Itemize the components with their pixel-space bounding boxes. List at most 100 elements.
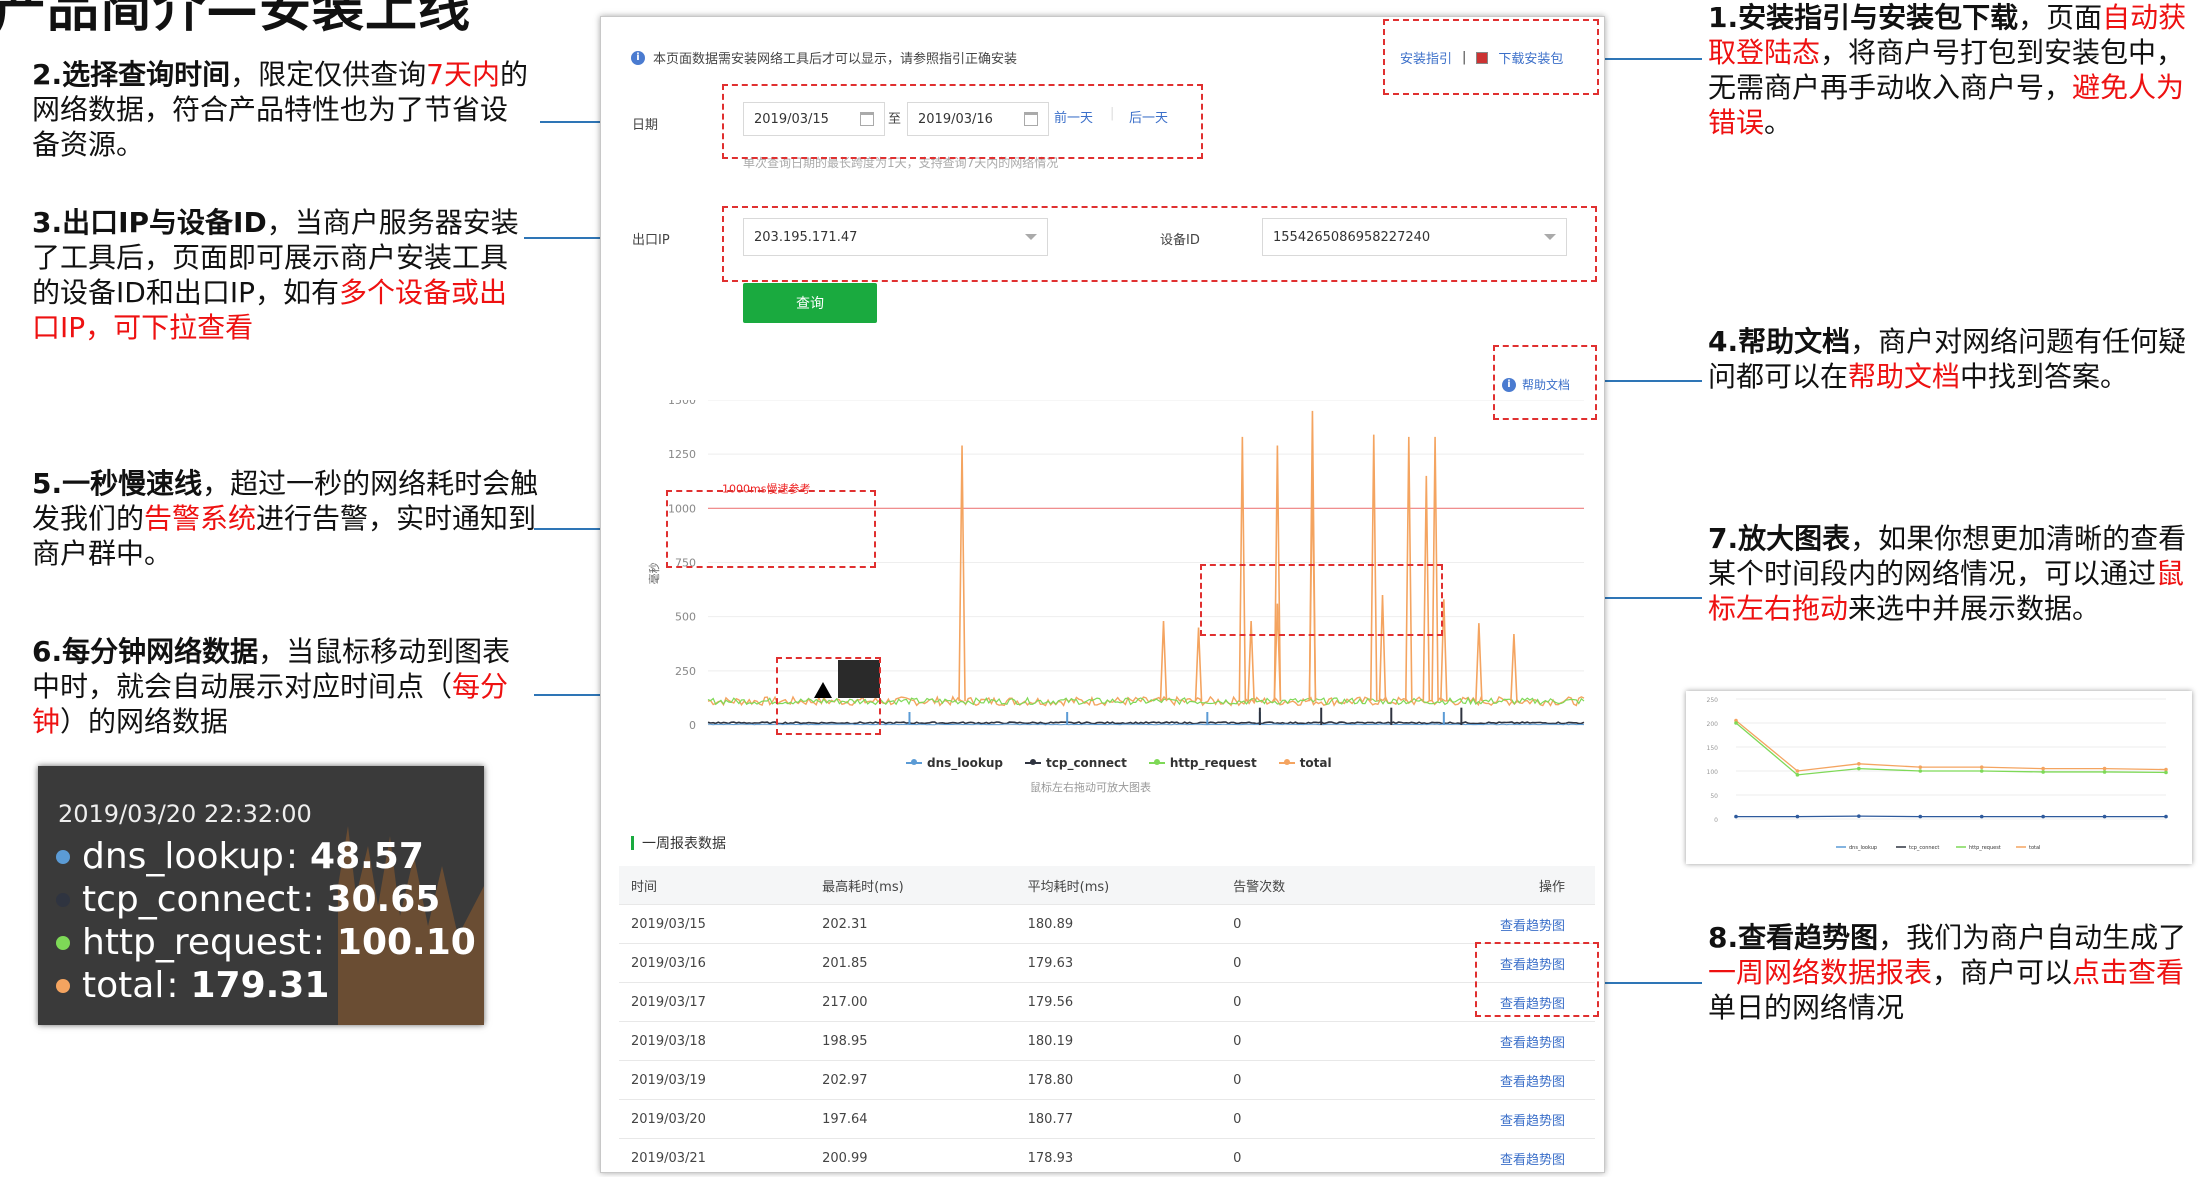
table-row: 2019/03/15202.31180.890查看趋势图: [619, 905, 1595, 944]
legend-swatch: [1025, 762, 1041, 764]
table-row: 2019/03/19202.97178.800查看趋势图: [619, 1061, 1595, 1100]
legend-item-total[interactable]: total: [1279, 756, 1332, 770]
thumb-series-http-request-point: [1980, 769, 1984, 773]
thumb-series-total: [1736, 721, 2166, 771]
thumb-y-tick: 50: [1710, 793, 1718, 800]
thumb-legend-label: total: [2029, 845, 2040, 851]
annotation-8-highlight-2: 点击查看: [2072, 956, 2184, 989]
thumb-series-dns-lookup-point: [2041, 815, 2045, 819]
tooltip-series-value: 48.57: [310, 836, 424, 877]
query-button[interactable]: 查询: [743, 283, 877, 323]
series-total-spike: [1476, 623, 1482, 701]
annotation-4-title: 4.帮助文档: [1708, 325, 1850, 358]
weekly-report-table: 时间 最高耗时(ms) 平均耗时(ms) 告警次数 操作 2019/03/152…: [619, 866, 1595, 1177]
annotation-8-highlight: 一周网络数据报表: [1708, 956, 1932, 989]
view-trend-link[interactable]: 查看趋势图: [1500, 1075, 1565, 1090]
thumb-series-dns-lookup-point: [1980, 815, 1984, 819]
date-label: 日期: [632, 114, 658, 133]
annotation-2-highlight: 7天内: [426, 58, 500, 91]
view-trend-link[interactable]: 查看趋势图: [1500, 1114, 1565, 1129]
info-icon: i: [631, 51, 645, 65]
annotation-2-text: ，限定仅供查询: [230, 58, 426, 91]
annotation-8-title: 8.查看趋势图: [1708, 921, 1878, 954]
cell-date: 2019/03/17: [619, 983, 810, 1022]
cell-alerts: 0: [1221, 1022, 1362, 1061]
cell-alerts: 0: [1221, 1061, 1362, 1100]
thumb-series-http-request-point: [2103, 770, 2107, 774]
annotation-5-title: 5.一秒慢速线: [32, 467, 202, 500]
table-header-row: 时间 最高耗时(ms) 平均耗时(ms) 告警次数 操作: [619, 866, 1595, 905]
annotation-8-text-3: 单日的网络情况: [1708, 991, 1904, 1024]
col-header-max: 最高耗时(ms): [810, 866, 1016, 905]
thumb-series-dns-lookup-point: [2103, 815, 2107, 819]
thumb-legend-label: dns_lookup: [1849, 845, 1877, 851]
chart-zoom-hint: 鼠标左右拖动可放大图表: [1030, 779, 1151, 795]
col-header-avg: 平均耗时(ms): [1016, 866, 1222, 905]
cell-max: 202.31: [810, 905, 1016, 944]
y-tick-label: 1500: [668, 400, 696, 407]
annotation-4: 4.帮助文档，商户对网络问题有任何疑问都可以在帮助文档中找到答案。: [1708, 324, 2188, 394]
annotation-3: 3.出口IP与设备ID，当商户服务器安装了工具后，页面即可展示商户安装工具的设备…: [32, 205, 532, 345]
leader-line-4: [1596, 380, 1702, 382]
cell-action: 查看趋势图: [1362, 905, 1595, 944]
notice-text: 本页面数据需安装网络工具后才可以显示，请参照指引正确安装: [653, 48, 1017, 67]
tooltip-colon: :: [286, 836, 298, 877]
view-trend-link[interactable]: 查看趋势图: [1500, 1036, 1565, 1051]
thumb-series-total-point: [2103, 767, 2107, 771]
tooltip-series-name: http_request: [82, 922, 311, 963]
cell-max: 197.64: [810, 1100, 1016, 1139]
leader-line-1: [1598, 58, 1702, 60]
thumb-series-http-request-point: [1734, 721, 1738, 725]
cell-alerts: 0: [1221, 905, 1362, 944]
cell-max: 202.97: [810, 1061, 1016, 1100]
table-row: 2019/03/17217.00179.560查看趋势图: [619, 983, 1595, 1022]
legend-swatch: [1279, 762, 1295, 764]
view-trend-link[interactable]: 查看趋势图: [1500, 919, 1565, 934]
cell-max: 200.99: [810, 1139, 1016, 1177]
y-tick-label: 500: [675, 611, 696, 624]
annotation-5-highlight: 告警系统: [144, 502, 256, 535]
cell-date: 2019/03/16: [619, 944, 810, 983]
weekly-report-title: 一周报表数据: [631, 833, 726, 853]
legend-item-dns-lookup[interactable]: dns_lookup: [906, 756, 1003, 770]
legend-item-tcp-connect[interactable]: tcp_connect: [1025, 756, 1127, 770]
series-total-spike: [959, 446, 965, 702]
highlight-install-links: [1383, 19, 1599, 95]
thumb-series-total-point: [1918, 765, 1922, 769]
annotation-6: 6.每分钟网络数据，当鼠标移动到图表中时，就会自动展示对应时间点（每分钟）的网络…: [32, 634, 532, 739]
table-row: 2019/03/16201.85179.630查看趋势图: [619, 944, 1595, 983]
zoomed-chart: 050100150200250dns_lookuptcp_connecthttp…: [1686, 691, 2192, 864]
highlight-threshold-line: [666, 490, 876, 568]
tooltip-series-value: 179.31: [190, 965, 329, 1006]
tooltip-series-value: 30.65: [326, 879, 440, 920]
tooltip-zoom-row: tcp_connect:30.65: [56, 879, 440, 920]
annotation-8-text-2: ，商户可以: [1932, 956, 2072, 989]
tooltip-zoom-time: 2019/03/20 22:32:00: [58, 800, 312, 828]
thumb-series-dns-lookup-point: [1796, 815, 1800, 819]
thumb-series-dns-lookup-point: [1918, 815, 1922, 819]
view-trend-link[interactable]: 查看趋势图: [1500, 1153, 1565, 1168]
thumb-series-http-request-point: [1857, 767, 1861, 771]
thumb-series-http-request-point: [1918, 769, 1922, 773]
series-total-spike: [1161, 621, 1167, 701]
tooltip-colon: :: [313, 922, 325, 963]
series-dot-icon: [56, 893, 70, 907]
slide-title: 产品简介—安装上线: [0, 0, 471, 41]
weekly-report-title-text: 一周报表数据: [642, 833, 726, 853]
legend-item-http-request[interactable]: http_request: [1149, 756, 1257, 770]
cell-alerts: 0: [1221, 983, 1362, 1022]
thumb-series-dns-lookup-point: [1734, 815, 1738, 819]
cell-action: 查看趋势图: [1362, 1022, 1595, 1061]
cell-avg: 179.56: [1016, 983, 1222, 1022]
table-row: 2019/03/21200.99178.930查看趋势图: [619, 1139, 1595, 1177]
thumb-series-total-point: [1857, 762, 1861, 766]
cell-avg: 180.19: [1016, 1022, 1222, 1061]
col-header-alerts: 告警次数: [1221, 866, 1362, 905]
cell-avg: 179.63: [1016, 944, 1222, 983]
cell-action: 查看趋势图: [1362, 1139, 1595, 1177]
annotation-4-highlight: 帮助文档: [1848, 360, 1960, 393]
cell-avg: 180.89: [1016, 905, 1222, 944]
cell-avg: 178.93: [1016, 1139, 1222, 1177]
cell-alerts: 0: [1221, 944, 1362, 983]
cell-date: 2019/03/21: [619, 1139, 810, 1177]
